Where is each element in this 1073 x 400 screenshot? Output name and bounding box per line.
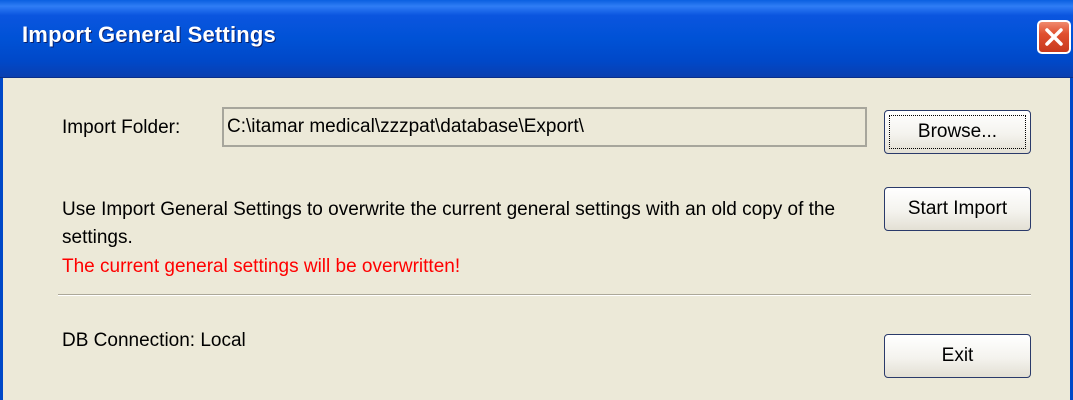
start-import-button[interactable]: Start Import — [884, 187, 1031, 231]
overwrite-warning: The current general settings will be ove… — [62, 256, 461, 277]
close-icon — [1045, 28, 1063, 46]
close-button[interactable] — [1037, 20, 1071, 54]
import-description: Use Import General Settings to overwrite… — [62, 199, 836, 248]
title-bar[interactable]: Import General Settings — [0, 0, 1073, 78]
db-connection-status: DB Connection: Local — [62, 330, 246, 351]
divider — [58, 294, 1031, 296]
window-frame-left — [0, 78, 3, 400]
start-import-button-label: Start Import — [907, 198, 1008, 219]
exit-button-label: Exit — [941, 345, 974, 366]
exit-button[interactable]: Exit — [884, 334, 1031, 378]
browse-button-label: Browse... — [917, 121, 998, 142]
window-title: Import General Settings — [22, 22, 276, 47]
import-folder-label: Import Folder: — [62, 117, 181, 138]
import-general-settings-dialog: Import General Settings Import Folder: C… — [0, 0, 1073, 400]
browse-button[interactable]: Browse... — [884, 110, 1031, 154]
import-folder-field[interactable]: C:\itamar medical\zzzpat\database\Export… — [222, 107, 867, 147]
